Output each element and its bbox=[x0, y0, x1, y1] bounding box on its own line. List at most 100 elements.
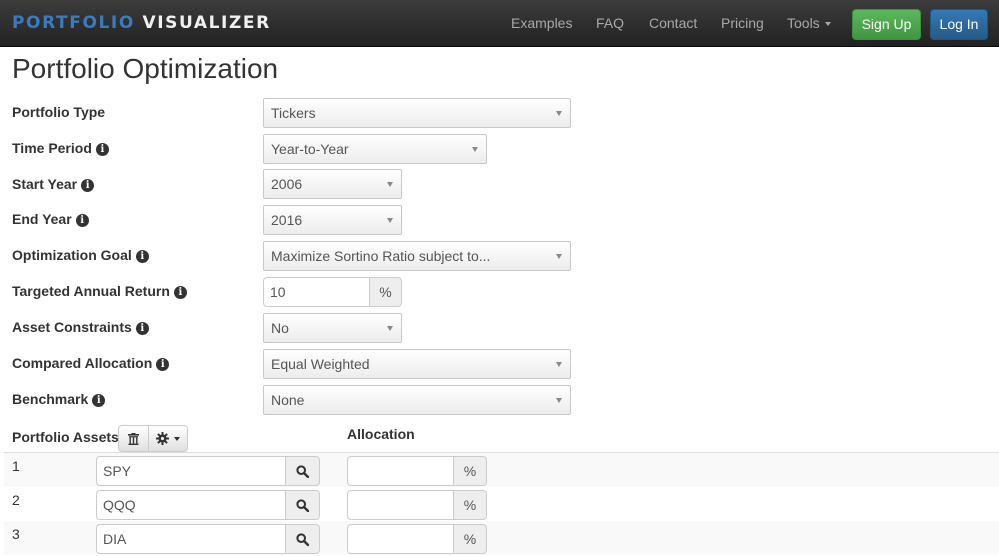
targeted-annual-return-group: % bbox=[263, 277, 402, 307]
compared-allocation-label-text: Compared Allocation bbox=[12, 355, 153, 371]
ticker-input-group bbox=[96, 524, 320, 554]
portfolio-type-label-text: Portfolio Type bbox=[12, 104, 106, 120]
nav-tools-label: Tools bbox=[787, 15, 820, 31]
clear-assets-button[interactable] bbox=[118, 425, 149, 452]
search-icon bbox=[296, 498, 309, 512]
nav-tools-dropdown[interactable]: Tools bbox=[787, 15, 831, 31]
time-period-select[interactable]: Year-to-Year bbox=[263, 134, 487, 164]
percent-addon: % bbox=[453, 490, 487, 520]
benchmark-value: None bbox=[271, 392, 305, 408]
portfolio-type-select[interactable]: Tickers bbox=[263, 98, 571, 128]
targeted-annual-return-label-text: Targeted Annual Return bbox=[12, 283, 170, 299]
percent-addon: % bbox=[453, 524, 487, 554]
dropdown-arrow-icon bbox=[556, 111, 562, 116]
benchmark-label-text: Benchmark bbox=[12, 391, 89, 407]
dropdown-arrow-icon bbox=[387, 182, 393, 187]
search-icon bbox=[296, 464, 309, 478]
search-icon bbox=[296, 532, 309, 546]
time-period-value: Year-to-Year bbox=[271, 141, 349, 157]
row-number: 2 bbox=[12, 492, 20, 508]
info-icon[interactable]: i bbox=[81, 179, 95, 192]
dropdown-arrow-icon bbox=[556, 254, 562, 259]
asset-options-dropdown[interactable] bbox=[149, 425, 188, 452]
time-period-label: Time Period i bbox=[12, 140, 109, 156]
nav-faq[interactable]: FAQ bbox=[596, 15, 624, 31]
end-year-value: 2016 bbox=[271, 212, 303, 228]
gear-icon bbox=[156, 432, 169, 445]
asset-constraints-select[interactable]: No bbox=[263, 313, 402, 343]
brand-part-2: VISUALIZER bbox=[142, 13, 271, 33]
compared-allocation-select[interactable]: Equal Weighted bbox=[263, 349, 571, 379]
end-year-select[interactable]: 2016 bbox=[263, 205, 402, 235]
ticker-input[interactable] bbox=[96, 456, 285, 486]
nav-pricing[interactable]: Pricing bbox=[721, 15, 764, 31]
top-navbar: PORTFOLIO VISUALIZER Examples FAQ Contac… bbox=[0, 0, 999, 47]
info-icon[interactable]: i bbox=[156, 358, 170, 371]
trash-icon bbox=[128, 432, 139, 445]
page-title: Portfolio Optimization bbox=[12, 53, 279, 84]
allocation-input[interactable] bbox=[347, 456, 453, 486]
assets-table: 1 % 2 % 3 bbox=[4, 452, 999, 555]
time-period-label-text: Time Period bbox=[12, 140, 92, 156]
info-icon[interactable]: i bbox=[135, 250, 149, 263]
log-in-button[interactable]: Log In bbox=[930, 9, 988, 40]
sign-up-button[interactable]: Sign Up bbox=[852, 9, 921, 40]
percent-addon: % bbox=[453, 456, 487, 486]
nav-examples[interactable]: Examples bbox=[511, 15, 572, 31]
ticker-input[interactable] bbox=[96, 490, 285, 520]
row-number: 3 bbox=[12, 526, 20, 542]
info-icon[interactable]: i bbox=[92, 394, 106, 407]
caret-down-icon bbox=[174, 436, 180, 441]
ticker-input-group bbox=[96, 456, 320, 486]
portfolio-assets-label: Portfolio Assets bbox=[12, 429, 119, 445]
percent-addon: % bbox=[369, 277, 402, 307]
dropdown-arrow-icon bbox=[556, 398, 562, 403]
ticker-search-button[interactable] bbox=[285, 490, 320, 520]
asset-constraints-value: No bbox=[271, 320, 289, 336]
allocation-input[interactable] bbox=[347, 490, 453, 520]
info-icon[interactable]: i bbox=[173, 286, 187, 299]
ticker-input[interactable] bbox=[96, 524, 285, 554]
nav-contact[interactable]: Contact bbox=[649, 15, 697, 31]
targeted-annual-return-label: Targeted Annual Return i bbox=[12, 283, 187, 299]
start-year-select[interactable]: 2006 bbox=[263, 169, 402, 199]
dropdown-arrow-icon bbox=[472, 147, 478, 152]
optimization-goal-select[interactable]: Maximize Sortino Ratio subject to... bbox=[263, 241, 571, 271]
allocation-input-group: % bbox=[347, 524, 487, 554]
asset-row: 1 % bbox=[4, 453, 999, 487]
brand-logo[interactable]: PORTFOLIO VISUALIZER bbox=[12, 13, 271, 33]
info-icon[interactable]: i bbox=[135, 322, 149, 335]
asset-constraints-label-text: Asset Constraints bbox=[12, 319, 132, 335]
benchmark-select[interactable]: None bbox=[263, 385, 571, 415]
asset-row: 3 % bbox=[4, 521, 999, 555]
compared-allocation-value: Equal Weighted bbox=[271, 356, 370, 372]
optimization-goal-label: Optimization Goal i bbox=[12, 247, 149, 263]
benchmark-label: Benchmark i bbox=[12, 391, 106, 407]
dropdown-arrow-icon bbox=[556, 362, 562, 367]
dropdown-arrow-icon bbox=[387, 326, 393, 331]
assets-toolbar bbox=[118, 425, 188, 452]
portfolio-type-label: Portfolio Type bbox=[12, 104, 105, 120]
info-icon[interactable]: i bbox=[75, 214, 89, 227]
start-year-label-text: Start Year bbox=[12, 176, 78, 192]
start-year-label: Start Year i bbox=[12, 176, 95, 192]
dropdown-arrow-icon bbox=[387, 218, 393, 223]
compared-allocation-label: Compared Allocation i bbox=[12, 355, 170, 371]
info-icon[interactable]: i bbox=[95, 143, 109, 156]
allocation-input[interactable] bbox=[347, 524, 453, 554]
end-year-label: End Year i bbox=[12, 211, 89, 227]
optimization-goal-value: Maximize Sortino Ratio subject to... bbox=[271, 248, 491, 264]
ticker-input-group bbox=[96, 490, 320, 520]
allocation-input-group: % bbox=[347, 456, 487, 486]
optimization-goal-label-text: Optimization Goal bbox=[12, 247, 132, 263]
allocation-input-group: % bbox=[347, 490, 487, 520]
ticker-search-button[interactable] bbox=[285, 456, 320, 486]
targeted-annual-return-input[interactable] bbox=[263, 277, 369, 307]
row-number: 1 bbox=[12, 458, 20, 474]
brand-part-1: PORTFOLIO bbox=[12, 13, 135, 33]
asset-row: 2 % bbox=[4, 487, 999, 521]
asset-constraints-label: Asset Constraints i bbox=[12, 319, 149, 335]
allocation-header: Allocation bbox=[347, 426, 415, 442]
ticker-search-button[interactable] bbox=[285, 524, 320, 554]
portfolio-type-value: Tickers bbox=[271, 105, 316, 121]
